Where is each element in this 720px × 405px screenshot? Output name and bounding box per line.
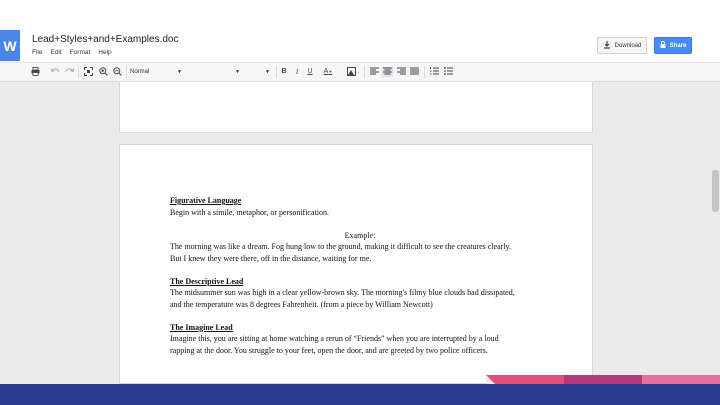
menu-edit[interactable]: Edit xyxy=(50,49,61,56)
header-bar: W Lead+Styles+and+Examples.doc File Edit… xyxy=(0,0,720,62)
paragraph-style-value: Normal xyxy=(130,69,150,75)
undo-icon[interactable] xyxy=(50,67,60,77)
download-icon xyxy=(603,40,611,51)
share-label: Share xyxy=(669,42,687,49)
body-text: The midsummer sun was high in a clear ye… xyxy=(170,288,515,297)
decorative-stripe xyxy=(564,375,642,384)
highlight-icon xyxy=(346,67,356,78)
vertical-scrollbar-thumb[interactable] xyxy=(712,170,719,212)
chevron-down-icon: ▼ xyxy=(177,69,182,75)
document-page-previous xyxy=(119,82,593,133)
redo-icon[interactable] xyxy=(64,67,74,77)
font-size-select[interactable]: ▼ xyxy=(248,66,272,78)
italic-button[interactable]: I xyxy=(293,67,301,77)
toolbar-divider xyxy=(126,66,127,78)
fit-icon[interactable] xyxy=(83,67,93,77)
decorative-stripe xyxy=(642,375,720,384)
document-title[interactable]: Lead+Styles+and+Examples.doc xyxy=(32,34,179,45)
chevron-down-icon: ▼ xyxy=(265,69,270,75)
lock-icon xyxy=(660,41,666,50)
justify-icon[interactable] xyxy=(409,67,419,77)
decorative-stripe xyxy=(486,375,564,384)
align-center-icon[interactable] xyxy=(382,67,393,77)
print-icon[interactable] xyxy=(30,67,40,77)
document-page: Figurative Language Begin with a simile,… xyxy=(119,144,593,384)
align-right-icon[interactable] xyxy=(396,67,406,77)
body-text: and the temperature was 8 degrees Fahren… xyxy=(170,299,433,309)
toolbar-divider xyxy=(364,66,365,78)
section-heading: Figurative Language xyxy=(170,196,242,205)
document-body: Figurative Language Begin with a simile,… xyxy=(170,195,550,356)
menu-help[interactable]: Help xyxy=(98,49,111,56)
body-text: Begin with a simile, metaphor, or person… xyxy=(170,207,329,217)
download-button[interactable]: Download xyxy=(597,37,647,54)
body-text: rapping at the door. You struggle to you… xyxy=(170,345,488,355)
text-color-button[interactable]: A▼ xyxy=(322,67,334,77)
toolbar-divider xyxy=(78,66,79,78)
body-text: Imagine this, you are sitting at home wa… xyxy=(170,334,499,343)
section-heading: The Descriptive Lead xyxy=(170,276,244,286)
chevron-down-icon: ▼ xyxy=(235,69,240,75)
align-left-icon[interactable] xyxy=(369,67,379,77)
body-text: But I knew they were there, off in the d… xyxy=(170,253,372,263)
share-button[interactable]: Share xyxy=(654,37,692,54)
bulleted-list-icon[interactable] xyxy=(443,67,453,77)
zoom-in-icon[interactable] xyxy=(98,67,108,77)
body-text: The morning was like a dream. Fog hung l… xyxy=(170,242,512,251)
highlight-color-button[interactable]: ▼ xyxy=(344,67,358,87)
toolbar-divider xyxy=(276,66,277,78)
download-label: Download xyxy=(614,42,642,49)
footer-band xyxy=(0,384,720,405)
chevron-down-icon: ▼ xyxy=(328,69,333,74)
toolbar-divider xyxy=(424,66,425,78)
docs-logo-icon[interactable]: W xyxy=(0,30,20,61)
menu-file[interactable]: File xyxy=(32,49,42,56)
formatting-toolbar: Normal ▼ ▼ ▼ B I U A▼ ▼ xyxy=(0,62,720,87)
paragraph-style-select[interactable]: Normal ▼ xyxy=(130,66,184,78)
menu-format[interactable]: Format xyxy=(70,49,91,56)
numbered-list-icon[interactable] xyxy=(429,67,439,77)
example-label: Example: xyxy=(344,230,376,240)
menu-bar: File Edit Format Help xyxy=(32,49,112,56)
zoom-out-icon[interactable] xyxy=(112,67,122,77)
underline-button[interactable]: U xyxy=(306,67,314,77)
font-family-select[interactable]: ▼ xyxy=(190,66,242,78)
section-heading: The Imagine Lead xyxy=(170,322,233,332)
decorative-stripe-edge xyxy=(486,375,495,384)
bold-button[interactable]: B xyxy=(280,67,288,77)
